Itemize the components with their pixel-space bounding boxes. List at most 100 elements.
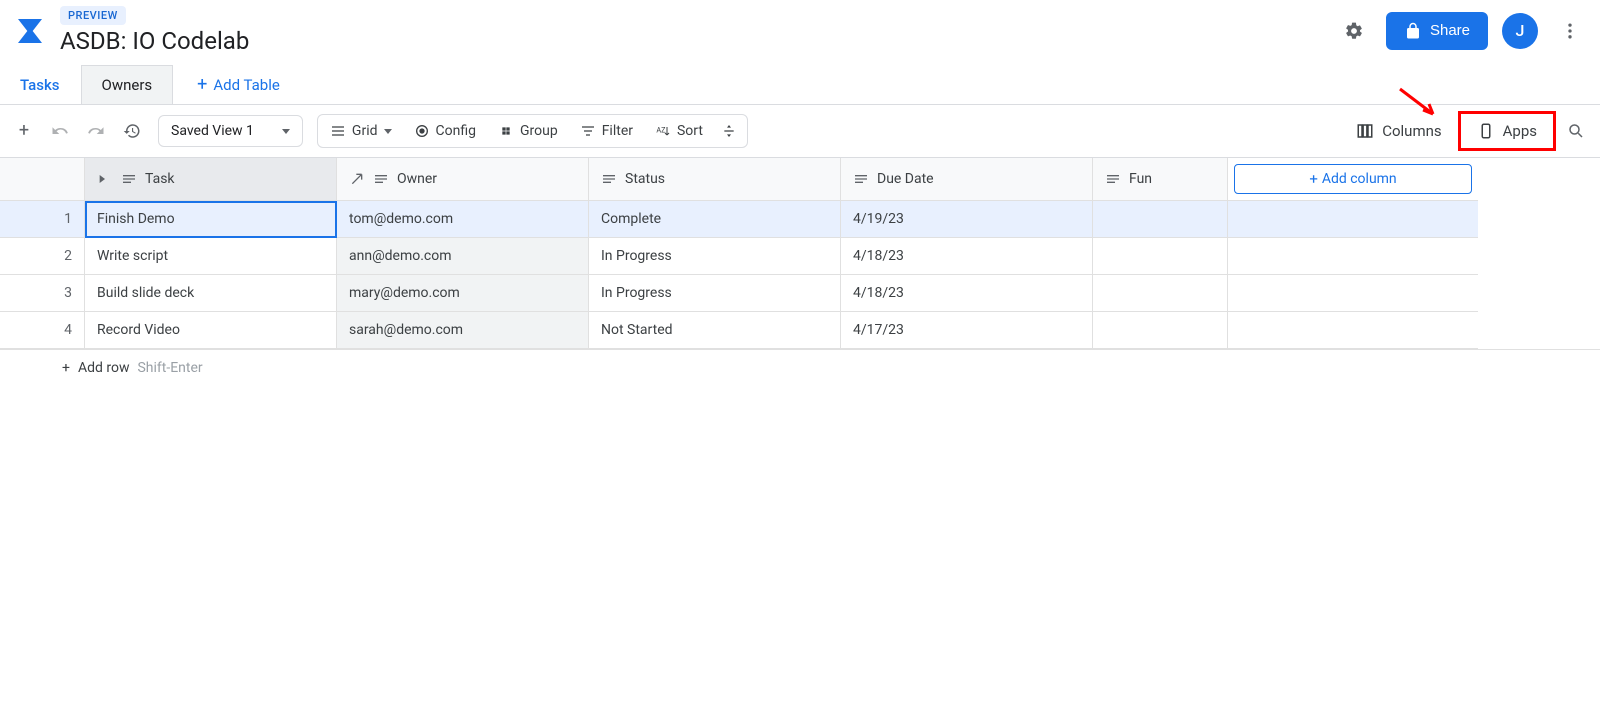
redo-icon: [87, 122, 105, 140]
add-row-hint: Shift-Enter: [137, 360, 202, 376]
cell-owner[interactable]: sarah@demo.com: [337, 312, 589, 349]
add-column-label: Add column: [1322, 171, 1397, 187]
cell-status[interactable]: In Progress: [589, 238, 841, 275]
row-number[interactable]: 4: [0, 312, 85, 349]
column-header-owner[interactable]: Owner: [337, 158, 589, 201]
text-icon: [853, 171, 869, 187]
sort-icon: AZ: [655, 123, 671, 139]
row-number[interactable]: 1: [0, 201, 85, 238]
text-icon: [121, 171, 137, 187]
plus-icon: +: [1309, 172, 1318, 187]
cell-fun[interactable]: [1093, 238, 1228, 275]
undo-button[interactable]: [44, 115, 76, 147]
view-controls-group: Grid Config Group Filter AZ Sort: [317, 114, 748, 148]
column-header-fun[interactable]: Fun: [1093, 158, 1228, 201]
cell-empty: [1228, 238, 1478, 275]
page-title[interactable]: ASDB: IO Codelab: [60, 27, 1336, 55]
column-header-task[interactable]: Task: [85, 158, 337, 201]
plus-icon: +: [197, 76, 207, 94]
columns-icon: [1356, 122, 1374, 140]
cell-owner[interactable]: tom@demo.com: [337, 201, 589, 238]
grid-icon: [330, 123, 346, 139]
add-table-label: Add Table: [213, 76, 279, 94]
sort-label: Sort: [677, 123, 703, 139]
redo-button[interactable]: [80, 115, 112, 147]
column-header-due-date[interactable]: Due Date: [841, 158, 1093, 201]
cell-empty: [1228, 201, 1478, 238]
add-table-button[interactable]: + Add Table: [185, 68, 292, 102]
row-height-button[interactable]: [715, 117, 743, 145]
more-menu-button[interactable]: [1552, 13, 1588, 49]
row-number[interactable]: 2: [0, 238, 85, 275]
chevron-down-icon: [384, 129, 392, 134]
config-button[interactable]: Config: [404, 117, 486, 145]
group-icon: [498, 123, 514, 139]
config-icon: [414, 123, 430, 139]
tab-owners[interactable]: Owners: [81, 65, 174, 104]
group-label: Group: [520, 123, 558, 139]
cell-fun[interactable]: [1093, 201, 1228, 238]
share-button[interactable]: Share: [1386, 12, 1488, 50]
gear-icon: [1344, 21, 1364, 41]
share-label: Share: [1430, 22, 1470, 39]
filter-label: Filter: [602, 123, 633, 139]
column-label: Fun: [1129, 171, 1152, 187]
grid-label: Grid: [352, 123, 378, 139]
columns-button[interactable]: Columns: [1344, 116, 1453, 146]
plus-icon: +: [62, 360, 70, 376]
cell-due-date[interactable]: 4/18/23: [841, 275, 1093, 312]
column-label: Owner: [397, 171, 437, 187]
column-header-status[interactable]: Status: [589, 158, 841, 201]
cell-task[interactable]: Write script: [85, 238, 337, 275]
saved-view-label: Saved View 1: [171, 123, 254, 139]
avatar[interactable]: J: [1502, 13, 1538, 49]
search-button[interactable]: [1560, 115, 1592, 147]
cell-owner[interactable]: mary@demo.com: [337, 275, 589, 312]
settings-button[interactable]: [1336, 13, 1372, 49]
add-row-button[interactable]: + Add row Shift-Enter: [0, 350, 1600, 386]
cell-due-date[interactable]: 4/19/23: [841, 201, 1093, 238]
chevron-down-icon: [282, 129, 290, 134]
cell-status[interactable]: Complete: [589, 201, 841, 238]
cell-due-date[interactable]: 4/17/23: [841, 312, 1093, 349]
row-height-icon: [721, 123, 737, 139]
saved-view-selector[interactable]: Saved View 1: [158, 115, 303, 147]
header-actions: Share J: [1336, 12, 1588, 50]
text-icon: [601, 171, 617, 187]
cell-status[interactable]: In Progress: [589, 275, 841, 312]
cell-due-date[interactable]: 4/18/23: [841, 238, 1093, 275]
row-number[interactable]: 3: [0, 275, 85, 312]
view-type-selector[interactable]: Grid: [320, 117, 402, 145]
history-button[interactable]: [116, 115, 148, 147]
cell-fun[interactable]: [1093, 312, 1228, 349]
add-button[interactable]: +: [8, 115, 40, 147]
tab-tasks[interactable]: Tasks: [0, 66, 81, 104]
svg-text:AZ: AZ: [656, 125, 666, 134]
filter-button[interactable]: Filter: [570, 117, 643, 145]
preview-badge: PREVIEW: [60, 6, 126, 25]
key-icon: [97, 171, 113, 187]
search-icon: [1567, 122, 1585, 140]
column-label: Task: [145, 171, 175, 187]
apps-button[interactable]: Apps: [1458, 111, 1556, 151]
group-button[interactable]: Group: [488, 117, 568, 145]
column-label: Due Date: [877, 171, 934, 187]
cell-status[interactable]: Not Started: [589, 312, 841, 349]
column-label: Status: [625, 171, 665, 187]
cell-empty: [1228, 275, 1478, 312]
phone-icon: [1477, 122, 1495, 140]
cell-task[interactable]: Finish Demo: [85, 201, 337, 238]
cell-task[interactable]: Record Video: [85, 312, 337, 349]
ref-icon: [349, 171, 365, 187]
add-column-button[interactable]: + Add column: [1234, 164, 1472, 194]
cell-owner[interactable]: ann@demo.com: [337, 238, 589, 275]
cell-fun[interactable]: [1093, 275, 1228, 312]
cell-task[interactable]: Build slide deck: [85, 275, 337, 312]
lock-icon: [1404, 22, 1422, 40]
text-icon: [373, 171, 389, 187]
undo-icon: [51, 122, 69, 140]
app-logo: [12, 13, 48, 49]
view-toolbar: + Saved View 1 Grid Config Group Filter: [0, 105, 1600, 158]
config-label: Config: [436, 123, 476, 139]
sort-button[interactable]: AZ Sort: [645, 117, 713, 145]
